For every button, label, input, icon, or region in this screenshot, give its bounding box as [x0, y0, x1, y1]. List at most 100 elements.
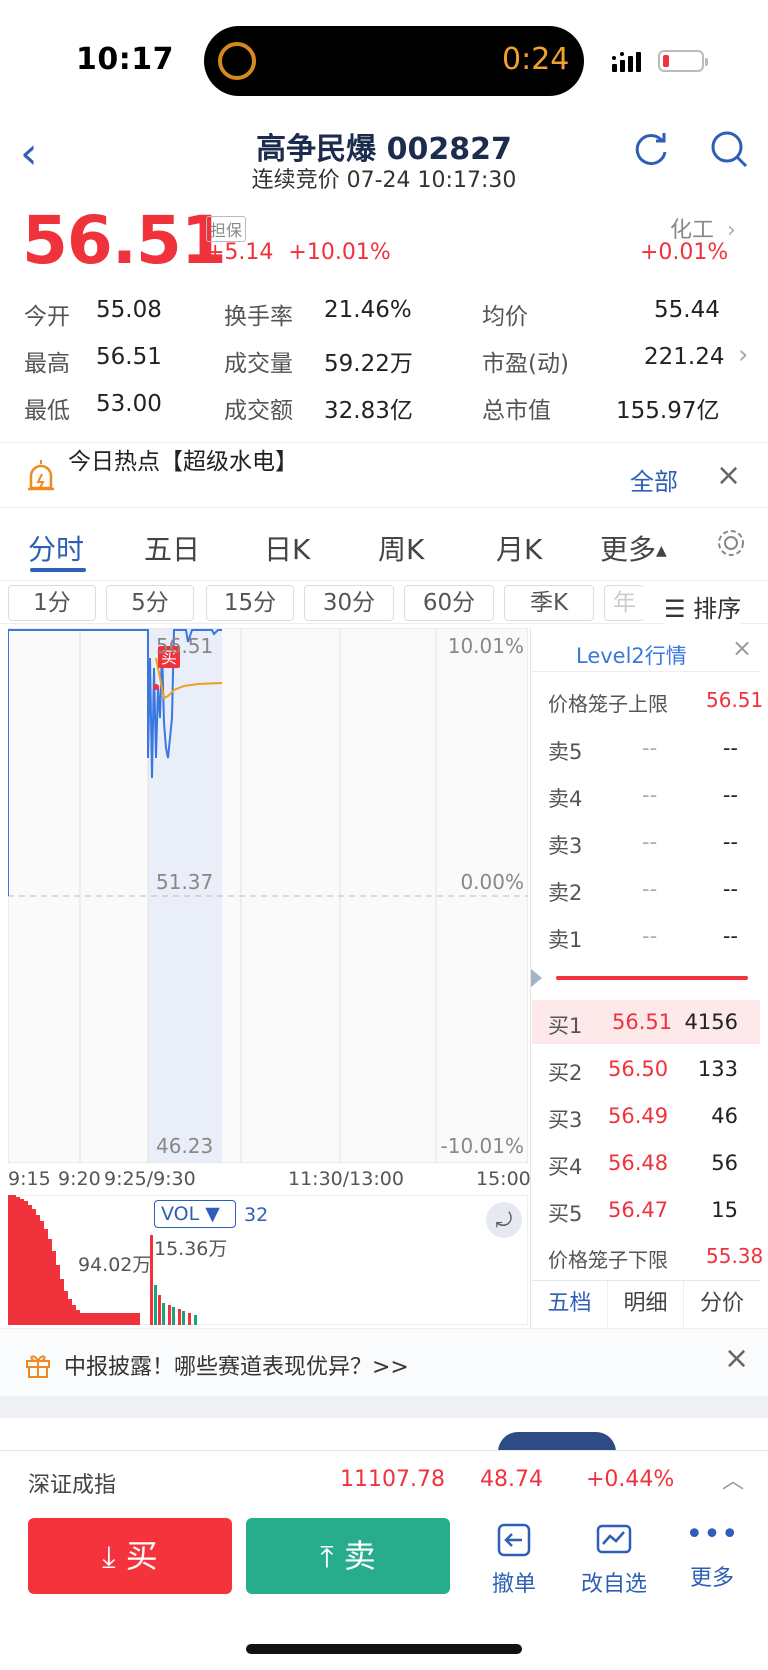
- period-60m[interactable]: 60分: [404, 585, 494, 621]
- stat-value-avg: 55.44: [654, 297, 720, 323]
- sort-button[interactable]: ☰ 排序: [664, 589, 742, 624]
- notice-close-icon[interactable]: ×: [724, 1341, 749, 1376]
- order-book-buy-row: 买1 56.51 4156: [532, 1000, 760, 1044]
- cage-upper-value: 56.51: [706, 688, 764, 712]
- tab-monthly-k[interactable]: 月K: [496, 528, 542, 568]
- edit-watchlist-button[interactable]: 改自选: [574, 1520, 654, 1598]
- tab-weekly-k[interactable]: 周K: [378, 528, 424, 568]
- x-label-915: 9:15: [8, 1168, 51, 1190]
- hot-all-link[interactable]: 全部: [630, 462, 678, 497]
- order-book-sell-row: 卖4 -- --: [532, 773, 760, 817]
- period-year-k[interactable]: 年: [604, 585, 644, 621]
- sell-label: 卖1: [548, 928, 583, 952]
- order-book-sell-row: 卖1 -- --: [532, 914, 760, 958]
- sort-label: 排序: [693, 595, 742, 623]
- price-change-pct: +10.01%: [288, 240, 391, 265]
- period-season-k[interactable]: 季K: [504, 585, 594, 621]
- hot-topic-text: 今日热点【超级水电】: [68, 449, 298, 475]
- buy-price: 56.47: [608, 1198, 669, 1222]
- notice-text: 中报披露！哪些赛道表现优异？>>: [64, 1355, 409, 1380]
- stat-value-turnover: 21.46%: [324, 297, 412, 323]
- sell-qty: --: [722, 736, 738, 760]
- cellular-signal-icon: [612, 52, 641, 72]
- sell-qty: --: [722, 924, 738, 948]
- y-left-mid: 51.37: [156, 870, 213, 894]
- index-change: 48.74: [480, 1467, 543, 1492]
- notice-banner[interactable]: 中报披露！哪些赛道表现优异？>> ×: [0, 1328, 768, 1396]
- stat-value-high: 56.51: [96, 344, 162, 370]
- x-label-920: 9:20: [58, 1168, 101, 1190]
- timer-text: 0:24: [502, 42, 570, 77]
- period-5m[interactable]: 5分: [106, 585, 194, 621]
- settings-gear-icon[interactable]: [714, 526, 748, 560]
- caret-up-icon: ▲: [656, 543, 667, 559]
- sell-price: --: [642, 830, 658, 854]
- level2-header: Level2行情 ×: [532, 628, 760, 672]
- market-index-bar[interactable]: 深证成指 11107.78 48.74 +0.44% ︿: [0, 1450, 768, 1510]
- chevron-up-icon[interactable]: ︿: [722, 1463, 744, 1495]
- level2-title: Level2行情: [576, 644, 687, 668]
- cancel-order-icon: [497, 1523, 531, 1557]
- alarm-icon: [28, 460, 54, 491]
- sell-price: --: [642, 924, 658, 948]
- refresh-icon[interactable]: [630, 128, 672, 170]
- pe-chevron-icon[interactable]: ›: [738, 340, 748, 370]
- price-change: +5.14 +10.01%: [206, 240, 391, 265]
- level2-close-icon[interactable]: ×: [732, 634, 752, 662]
- order-book-sell-row: 卖3 -- --: [532, 820, 760, 864]
- period-15m[interactable]: 15分: [206, 585, 294, 621]
- search-icon[interactable]: [708, 128, 750, 170]
- tab-active-indicator: [30, 568, 86, 572]
- buy-button[interactable]: ⤓ 买: [28, 1518, 232, 1594]
- tab-intraday[interactable]: 分时: [28, 528, 84, 568]
- buy-label: 买2: [548, 1061, 583, 1085]
- stat-label-volume: 成交量: [224, 351, 293, 377]
- chevron-right-icon: ›: [727, 218, 736, 243]
- level2-tabs: 五档 明细 分价: [532, 1280, 760, 1329]
- buy-qty: 56: [711, 1151, 738, 1175]
- info-subtab-active-pill[interactable]: [498, 1432, 616, 1450]
- last-price: 56.51: [22, 202, 227, 279]
- sell-qty: --: [722, 830, 738, 854]
- stat-label-low: 最低: [24, 398, 70, 424]
- sell-label: 卖5: [548, 740, 583, 764]
- x-label-1500: 15:00: [476, 1168, 531, 1190]
- level2-tab-five[interactable]: 五档: [532, 1281, 608, 1329]
- tab-five-day[interactable]: 五日: [144, 528, 200, 568]
- stat-label-high: 最高: [24, 351, 70, 377]
- more-button[interactable]: ••• 更多: [672, 1520, 752, 1592]
- tab-more-label: 更多: [600, 533, 657, 566]
- buy-qty: 4156: [684, 1010, 738, 1034]
- buy-price: 56.49: [608, 1104, 669, 1128]
- period-1m[interactable]: 1分: [8, 585, 96, 621]
- intraday-chart[interactable]: 买 56.51 51.37 46.23 10.01% 0.00% -10.01%: [7, 627, 529, 1164]
- level2-tab-detail[interactable]: 明细: [608, 1281, 684, 1329]
- tab-more[interactable]: 更多▲: [600, 528, 667, 568]
- tab-daily-k[interactable]: 日K: [264, 528, 310, 568]
- volume-period: 32: [244, 1204, 269, 1226]
- rotate-screen-icon[interactable]: ⤾: [486, 1202, 522, 1238]
- volume-value: 15.36万: [154, 1238, 228, 1260]
- buy-qty: 46: [711, 1104, 738, 1128]
- price-change-value: +5.14: [206, 240, 274, 265]
- sell-label: 卖3: [548, 834, 583, 858]
- stat-value-pe: 221.24: [644, 344, 725, 370]
- battery-icon: [658, 50, 708, 72]
- close-icon[interactable]: ×: [716, 458, 741, 493]
- volume-indicator-select[interactable]: VOL ▼: [154, 1200, 236, 1228]
- order-book-buy-row: 买5 56.47 15: [532, 1188, 760, 1232]
- buy-label: 买1: [548, 1014, 583, 1038]
- sell-price: --: [642, 783, 658, 807]
- y-right-mid: 0.00%: [460, 870, 524, 894]
- caret-down-icon: ▼: [205, 1203, 220, 1225]
- level2-panel: Level2行情 × 价格笼子上限 56.51 卖5 -- -- 卖4 -- -- 卖3…: [530, 628, 764, 1329]
- cancel-order-button[interactable]: 撤单: [474, 1520, 554, 1598]
- cancel-order-label: 撤单: [491, 1572, 536, 1597]
- buy-label: 买3: [548, 1108, 583, 1132]
- list-icon: ☰: [664, 595, 686, 623]
- sell-qty: --: [722, 783, 738, 807]
- stat-label-pe: 市盈(动): [482, 351, 569, 377]
- period-30m[interactable]: 30分: [304, 585, 394, 621]
- sell-button[interactable]: ⤒ 卖: [246, 1518, 450, 1594]
- level2-tab-price[interactable]: 分价: [684, 1281, 760, 1329]
